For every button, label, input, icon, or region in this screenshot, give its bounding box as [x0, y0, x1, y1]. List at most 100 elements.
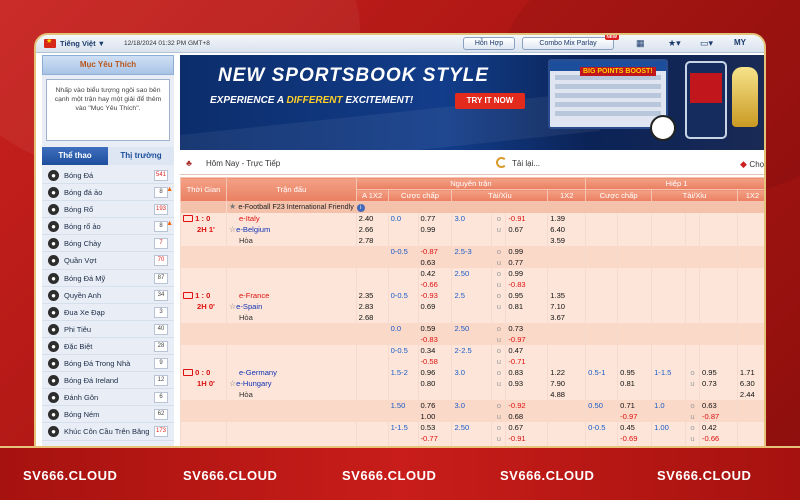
mixed-button[interactable]: Hỗn Hợp	[463, 37, 515, 50]
today-live-filter[interactable]: Hôm Nay - Trực Tiếp	[206, 159, 280, 168]
h1-handicap-odds[interactable]: 0.95	[617, 366, 652, 378]
home-team[interactable]: e-France	[239, 291, 269, 300]
ou-odds[interactable]: 0.67	[505, 421, 548, 433]
ou-line[interactable]: 3.0	[451, 399, 492, 411]
sidebar-item-sport[interactable]: ● Đặc Biệt 28	[42, 338, 174, 356]
a1x2-odds[interactable]: 2.83	[355, 300, 389, 312]
1x2-odds[interactable]: 3.67	[547, 311, 586, 323]
h1-handicap-line[interactable]: 0.5-1	[585, 366, 618, 378]
h1-handicap-line[interactable]: 0.50	[585, 399, 618, 411]
handicap-line[interactable]: 0.0	[387, 322, 419, 334]
h1-handicap-odds[interactable]: 0.81	[617, 377, 652, 389]
handicap-odds[interactable]: -0.58	[417, 355, 452, 367]
language-selector[interactable]: Tiếng Việt ▼	[60, 39, 105, 48]
handicap-odds[interactable]: 0.59	[417, 322, 452, 334]
h1-ou-line[interactable]: 1-1.5	[651, 366, 686, 378]
sidebar-item-sport[interactable]: ● Bóng Đá Ireland 12	[42, 372, 174, 390]
ou-line[interactable]: 2.5	[451, 289, 492, 301]
combo-mix-parlay-button[interactable]: Combo Mix Parlay NEW	[522, 35, 619, 50]
ou-odds[interactable]: -0.97	[505, 333, 548, 345]
handicap-line[interactable]: 1.5-2	[387, 366, 419, 378]
h1-1x2-odds[interactable]: 1.71	[736, 366, 764, 378]
handicap-odds[interactable]: 0.69	[417, 300, 452, 312]
1x2-odds[interactable]: 6.40	[547, 223, 586, 235]
1x2-odds[interactable]: 1.35	[547, 289, 586, 301]
handicap-odds[interactable]: -0.93	[417, 289, 452, 301]
ou-odds[interactable]: 0.93	[505, 377, 548, 389]
sidebar-item-sport[interactable]: ● Đánh Gôn 6	[42, 389, 174, 407]
sidebar-item-sport[interactable]: ● Bóng Đá 541	[42, 167, 174, 185]
sidebar-item-sport[interactable]: ● Bóng Chày 7	[42, 235, 174, 253]
ou-odds[interactable]: 0.99	[505, 267, 548, 279]
away-team[interactable]: e-Hungary	[236, 379, 271, 388]
ou-odds[interactable]: 0.77	[505, 256, 548, 268]
sidebar-item-sport[interactable]: ● Bóng rổ ảo 8 ▲	[42, 218, 174, 236]
handicap-odds[interactable]: 0.53	[417, 421, 452, 433]
h1-ou-odds[interactable]: 0.63	[698, 399, 738, 411]
h1-handicap-odds[interactable]: -0.97	[617, 410, 652, 422]
handicap-line[interactable]: 0-0.5	[387, 245, 419, 257]
sidebar-item-sport[interactable]: ● Bóng Rổ 193	[42, 201, 174, 219]
ou-odds[interactable]: 0.81	[505, 300, 548, 312]
h1-handicap-odds[interactable]: -0.69	[617, 432, 652, 444]
sidebar-item-sport[interactable]: ● Bóng Đá Trong Nhà 9	[42, 355, 174, 373]
league-row[interactable]: ★ e-Football F23 International Friendly i	[180, 201, 764, 213]
handicap-odds[interactable]: 0.42	[417, 267, 452, 279]
a1x2-odds[interactable]: 2.40	[355, 212, 389, 224]
handicap-odds[interactable]: -0.83	[417, 333, 452, 345]
ou-odds[interactable]: 0.73	[505, 322, 548, 334]
handicap-line[interactable]: 0-0.5	[387, 289, 419, 301]
ou-line[interactable]: 2-2.5	[451, 344, 492, 356]
ou-odds[interactable]: -0.91	[505, 212, 548, 224]
handicap-odds[interactable]: 0.63	[417, 256, 452, 268]
a1x2-odds[interactable]: 2.68	[355, 311, 389, 323]
away-team[interactable]: e-Spain	[236, 302, 262, 311]
h1-ou-odds[interactable]: 0.73	[698, 377, 738, 389]
h1-ou-odds[interactable]: 0.95	[698, 366, 738, 378]
h1-handicap-odds[interactable]: 0.71	[617, 399, 652, 411]
handicap-odds[interactable]: 0.77	[417, 212, 452, 224]
1x2-odds[interactable]: 7.90	[547, 377, 586, 389]
h1-ou-line[interactable]: 1.00	[651, 421, 686, 433]
ou-odds[interactable]: 0.83	[505, 366, 548, 378]
ou-line[interactable]: 2.50	[451, 421, 492, 433]
handicap-line[interactable]: 0.0	[387, 212, 419, 224]
ou-line[interactable]: 3.0	[451, 212, 492, 224]
ou-line[interactable]: 3.0	[451, 366, 492, 378]
sidebar-item-sport[interactable]: ● Quần Vợt 70	[42, 252, 174, 270]
ou-odds[interactable]: 0.99	[505, 245, 548, 257]
handicap-odds[interactable]: 0.34	[417, 344, 452, 356]
tab-sports[interactable]: Thể thao	[42, 147, 108, 165]
live-tv-icon[interactable]	[183, 215, 193, 222]
handicap-line[interactable]: 1.50	[387, 399, 419, 411]
tv-icon[interactable]: ▭▾	[700, 38, 713, 49]
1x2-odds[interactable]: 1.39	[547, 212, 586, 224]
1x2-odds[interactable]: 3.59	[547, 234, 586, 246]
handicap-odds[interactable]: -0.87	[417, 245, 452, 257]
handicap-odds[interactable]: 0.80	[417, 377, 452, 389]
reload-label[interactable]: Tải lại...	[512, 159, 540, 168]
sidebar-item-sport[interactable]: ● Phi Tiêu 40	[42, 321, 174, 338]
choose-filter[interactable]: ◆ Chọ	[740, 159, 764, 170]
h1-1x2-odds[interactable]: 2.44	[736, 388, 764, 400]
live-tv-icon[interactable]	[183, 292, 193, 299]
sidebar-item-sport[interactable]: ● Bóng Ném 62	[42, 406, 174, 424]
a1x2-odds[interactable]: 2.35	[355, 289, 389, 301]
reload-icon[interactable]	[496, 157, 507, 168]
ou-line[interactable]: 2.50	[451, 267, 492, 279]
h1-handicap-line[interactable]: 0-0.5	[585, 421, 618, 433]
star-icon[interactable]: ★▾	[668, 38, 681, 49]
handicap-odds[interactable]: -0.66	[417, 278, 452, 290]
ou-line[interactable]: 2.5-3	[451, 245, 492, 257]
ou-line[interactable]: 2.50	[451, 322, 492, 334]
sidebar-item-sport[interactable]: ● Bóng Đá Mỹ 87	[42, 270, 174, 287]
home-team[interactable]: e-Italy	[239, 214, 260, 223]
ou-odds[interactable]: -0.71	[505, 355, 548, 367]
grid-icon[interactable]: ▦	[636, 38, 645, 49]
ou-odds[interactable]: -0.92	[505, 399, 548, 411]
h1-ou-odds[interactable]: -0.66	[698, 432, 738, 444]
h1-ou-line[interactable]: 1.0	[651, 399, 686, 411]
handicap-odds[interactable]: 0.99	[417, 223, 452, 235]
ou-odds[interactable]: -0.91	[505, 432, 548, 444]
sidebar-item-sport[interactable]: ● Khúc Côn Cầu Trên Băng 173	[42, 423, 174, 441]
